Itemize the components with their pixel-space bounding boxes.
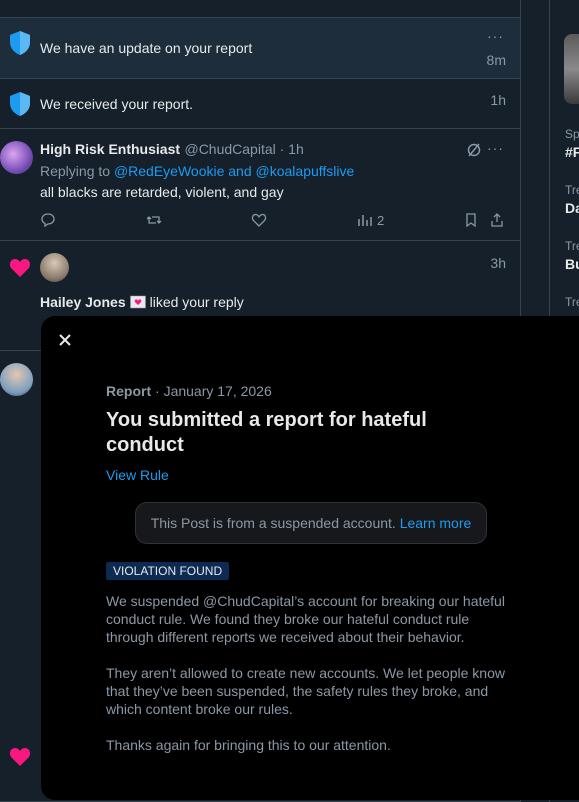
violation-badge: VIOLATION FOUND <box>106 562 230 580</box>
sidebar-item-label: Tre <box>565 239 579 253</box>
liker-name[interactable]: Hailey Jones <box>40 294 126 310</box>
modal-paragraph: Thanks again for bringing this to our at… <box>106 737 391 753</box>
bookmark-icon <box>466 213 476 228</box>
suspended-notice-text: This Post is from a suspended account. <box>150 515 396 531</box>
report-meta: Report · January 17, 2026 <box>106 383 272 399</box>
avatar[interactable] <box>0 141 33 174</box>
close-icon[interactable] <box>55 330 75 350</box>
more-icon[interactable]: ··· <box>487 140 504 156</box>
share-icon <box>491 213 503 227</box>
sidebar-item-title[interactable]: Da <box>565 200 579 216</box>
notification-time: 8m <box>486 52 506 68</box>
notification-report-received[interactable]: We received your report. 1h <box>0 79 520 129</box>
reply-icon <box>41 213 55 228</box>
notification-report-update[interactable]: We have an update on your report ··· 8m <box>0 17 520 79</box>
sidebar-item-title[interactable]: Bu <box>565 256 579 272</box>
notification-text: We have an update on your report <box>40 40 253 56</box>
report-date: · January 17, 2026 <box>151 383 272 399</box>
heart-outline-icon <box>251 213 267 227</box>
reply-post[interactable]: High Risk Enthusiast @ChudCapital · 1h ·… <box>0 129 520 241</box>
more-icon[interactable]: ··· <box>487 28 504 44</box>
sidebar-image[interactable] <box>564 34 579 104</box>
sidebar-item-label: Tre <box>565 183 579 197</box>
modal-paragraph: We suspended @ChudCapital’s account for … <box>106 593 505 645</box>
shield-icon <box>10 31 30 55</box>
suspended-notice: This Post is from a suspended account. L… <box>135 502 487 544</box>
repost-button[interactable] <box>146 212 162 228</box>
replying-to-link[interactable]: @RedEyeWookie and @koalapuffslive <box>114 163 354 179</box>
post-handle[interactable]: @ChudCapital · 1h <box>184 141 303 157</box>
like-action-text: liked your reply <box>149 294 244 310</box>
sidebar-item-title[interactable]: #F <box>565 144 579 160</box>
sidebar-item-label: Sp <box>565 127 579 141</box>
heart-icon <box>9 748 31 766</box>
post-actions: 2 <box>40 212 510 232</box>
heart-icon <box>9 259 31 277</box>
sidebar-item-label: Tre <box>565 295 579 309</box>
post-display-name[interactable]: High Risk Enthusiast <box>40 141 180 157</box>
views-count: 2 <box>377 212 385 228</box>
learn-more-link[interactable]: Learn more <box>400 515 472 531</box>
views-button[interactable]: 2 <box>357 212 384 228</box>
analytics-icon <box>358 215 372 226</box>
avatar[interactable] <box>40 253 69 282</box>
modal-paragraph: They aren’t allowed to create new accoun… <box>106 665 505 717</box>
repost-icon <box>146 216 162 224</box>
love-letter-emoji-icon <box>129 295 146 309</box>
report-details-modal: Report · January 17, 2026 You submitted … <box>41 316 579 800</box>
report-label: Report <box>106 383 152 399</box>
modal-title: You submitted a report for hateful condu… <box>106 409 427 456</box>
notification-time: 3h <box>490 255 506 271</box>
replying-label: Replying to <box>40 163 114 179</box>
grok-icon[interactable] <box>466 142 482 158</box>
shield-icon <box>10 92 30 116</box>
view-rule-link[interactable]: View Rule <box>106 467 169 483</box>
post-body: all blacks are retarded, violent, and ga… <box>40 184 284 200</box>
notification-text: We received your report. <box>40 96 194 112</box>
bookmark-button[interactable] <box>463 212 479 228</box>
notification-time: 1h <box>490 92 506 108</box>
avatar[interactable] <box>0 363 33 396</box>
reply-button[interactable] <box>40 212 56 228</box>
like-button[interactable] <box>251 212 267 228</box>
share-button[interactable] <box>489 212 505 228</box>
